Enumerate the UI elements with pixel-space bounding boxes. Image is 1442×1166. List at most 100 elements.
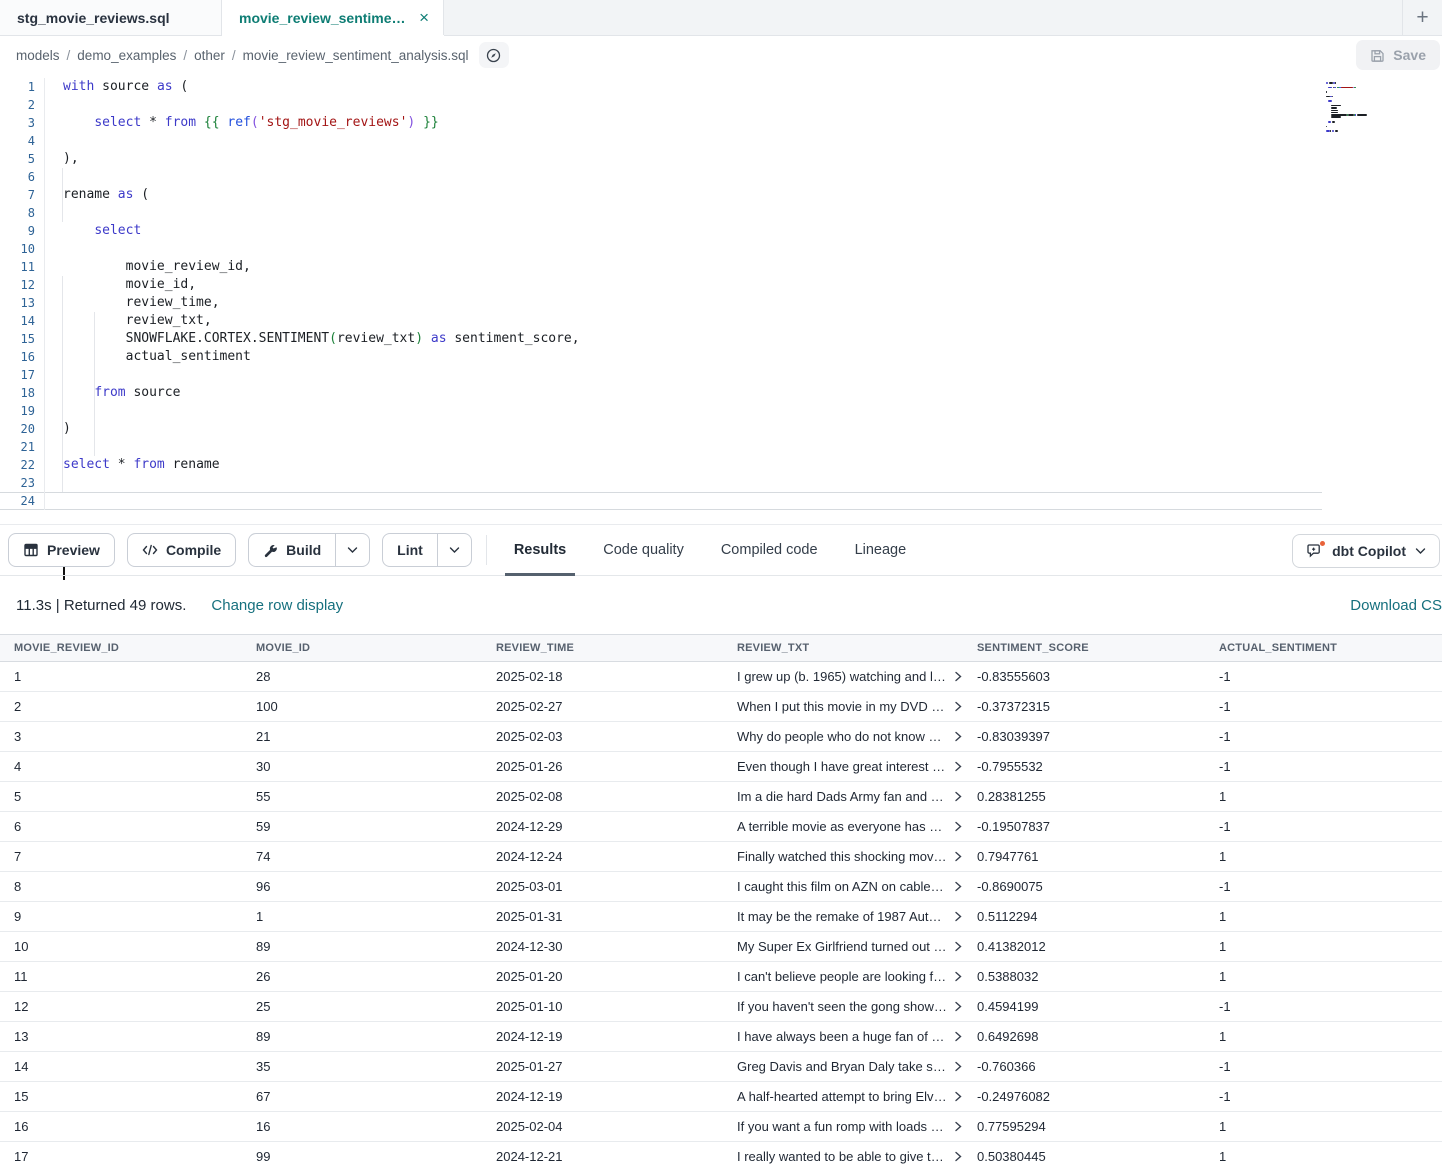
- results-tab-lineage[interactable]: Lineage: [855, 524, 907, 576]
- dbt-copilot-button[interactable]: dbt Copilot: [1292, 534, 1440, 568]
- results-tab-results[interactable]: Results: [514, 524, 566, 576]
- code-line[interactable]: 8: [0, 204, 1442, 222]
- table-row: 912025-01-31It may be the remake of 1987…: [0, 902, 1442, 932]
- copilot-compass-button[interactable]: [479, 42, 509, 68]
- code-line[interactable]: 19: [0, 402, 1442, 420]
- table-cell: I really wanted to be able to give this …: [723, 1142, 963, 1166]
- table-cell: 0.41382012: [963, 932, 1205, 961]
- table-cell: 89: [242, 1022, 482, 1051]
- chevron-right-icon[interactable]: [953, 1001, 963, 1012]
- table-cell: 2025-03-01: [482, 872, 723, 901]
- results-tab-code-quality[interactable]: Code quality: [603, 524, 684, 576]
- table-cell: -0.8690075: [963, 872, 1205, 901]
- table-cell: 99: [242, 1142, 482, 1166]
- table-cell: 12: [0, 992, 242, 1021]
- code-line[interactable]: 9 select: [0, 222, 1442, 240]
- editor-tab[interactable]: movie_review_sentiment_… ×: [222, 0, 444, 35]
- code-line[interactable]: 16 actual_sentiment: [0, 348, 1442, 366]
- code-line[interactable]: 3 select * from {{ ref('stg_movie_review…: [0, 114, 1442, 132]
- code-text: from source: [44, 384, 180, 402]
- line-number: 3: [0, 116, 44, 130]
- code-line[interactable]: 11 movie_review_id,: [0, 258, 1442, 276]
- table-cell: -1: [1205, 692, 1442, 721]
- build-button-main[interactable]: Build: [249, 542, 335, 558]
- review-text: I can't believe people are looking for a…: [737, 969, 947, 984]
- chevron-right-icon[interactable]: [953, 941, 963, 952]
- build-dropdown[interactable]: [335, 534, 369, 566]
- chevron-right-icon[interactable]: [953, 911, 963, 922]
- chevron-right-icon[interactable]: [953, 701, 963, 712]
- compile-button[interactable]: Compile: [127, 533, 236, 567]
- code-line[interactable]: 4: [0, 132, 1442, 150]
- table-cell: 1: [0, 662, 242, 691]
- code-line[interactable]: 18 from source: [0, 384, 1442, 402]
- code-line[interactable]: 21: [0, 438, 1442, 456]
- editor-minimap[interactable]: [1326, 82, 1398, 137]
- save-button[interactable]: Save: [1356, 40, 1440, 70]
- code-line[interactable]: 13 review_time,: [0, 294, 1442, 312]
- chevron-right-icon[interactable]: [953, 791, 963, 802]
- table-cell: -0.83039397: [963, 722, 1205, 751]
- new-tab-button[interactable]: +: [1402, 0, 1442, 36]
- table-cell: 16: [242, 1112, 482, 1141]
- table-row: 16162025-02-04If you want a fun romp wit…: [0, 1112, 1442, 1142]
- table-cell: 0.50380445: [963, 1142, 1205, 1166]
- close-icon[interactable]: ×: [419, 9, 429, 26]
- code-line[interactable]: 20): [0, 420, 1442, 438]
- line-number: 8: [0, 206, 44, 220]
- chevron-right-icon[interactable]: [953, 731, 963, 742]
- code-line[interactable]: 17: [0, 366, 1442, 384]
- code-line[interactable]: 6: [0, 168, 1442, 186]
- lint-dropdown[interactable]: [437, 534, 471, 566]
- code-line[interactable]: 14 review_txt,: [0, 312, 1442, 330]
- review-text: I really wanted to be able to give this …: [737, 1149, 947, 1164]
- table-cell: 5: [0, 782, 242, 811]
- code-line[interactable]: 2: [0, 96, 1442, 114]
- chevron-right-icon[interactable]: [953, 671, 963, 682]
- results-tab-compiled-code[interactable]: Compiled code: [721, 524, 818, 576]
- code-line[interactable]: 7rename as (: [0, 186, 1442, 204]
- table-header-row: MOVIE_REVIEW_IDMOVIE_IDREVIEW_TIMEREVIEW…: [0, 634, 1442, 662]
- code-editor[interactable]: 1with source as (23 select * from {{ ref…: [0, 74, 1442, 524]
- chevron-right-icon[interactable]: [953, 971, 963, 982]
- tab-label: movie_review_sentiment_…: [239, 10, 411, 26]
- code-line[interactable]: 15 SNOWFLAKE.CORTEX.SENTIMENT(review_txt…: [0, 330, 1442, 348]
- preview-button[interactable]: Preview: [8, 533, 115, 567]
- chevron-right-icon[interactable]: [953, 821, 963, 832]
- line-number: 11: [0, 260, 44, 274]
- download-csv-link[interactable]: Download CSV: [1350, 597, 1442, 614]
- chevron-right-icon[interactable]: [953, 851, 963, 862]
- table-cell: -1: [1205, 1052, 1442, 1081]
- breadcrumb-bar: models/demo_examples/other/movie_review_…: [0, 36, 1442, 74]
- preview-label: Preview: [47, 542, 100, 558]
- code-line[interactable]: 22select * from rename: [0, 456, 1442, 474]
- chevron-right-icon[interactable]: [953, 761, 963, 772]
- code-text: SNOWFLAKE.CORTEX.SENTIMENT(review_txt) a…: [44, 330, 580, 348]
- chevron-right-icon[interactable]: [953, 881, 963, 892]
- line-number: 9: [0, 224, 44, 238]
- table-row: 7742024-12-24Finally watched this shocki…: [0, 842, 1442, 872]
- code-line[interactable]: 24: [0, 492, 1322, 510]
- line-number: 23: [0, 476, 44, 490]
- change-row-display-link[interactable]: Change row display: [211, 597, 343, 614]
- breadcrumb-item: models: [16, 48, 60, 63]
- chevron-right-icon[interactable]: [953, 1061, 963, 1072]
- code-line[interactable]: 12 movie_id,: [0, 276, 1442, 294]
- chevron-right-icon[interactable]: [953, 1031, 963, 1042]
- lint-button-main[interactable]: Lint: [383, 542, 437, 558]
- editor-tab[interactable]: stg_movie_reviews.sql: [0, 0, 222, 35]
- chevron-right-icon[interactable]: [953, 1121, 963, 1132]
- code-line[interactable]: 1with source as (: [0, 78, 1442, 96]
- gutter-divider: [44, 78, 45, 510]
- table-cell: -0.760366: [963, 1052, 1205, 1081]
- chevron-right-icon[interactable]: [953, 1151, 963, 1162]
- minimap-line: [1326, 135, 1398, 137]
- column-header: REVIEW_TXT: [723, 635, 963, 661]
- code-line[interactable]: 5),: [0, 150, 1442, 168]
- code-line[interactable]: 10: [0, 240, 1442, 258]
- code-text: review_time,: [44, 294, 220, 312]
- line-number: 21: [0, 440, 44, 454]
- table-cell: Greg Davis and Bryan Daly take some …: [723, 1052, 963, 1081]
- code-line[interactable]: 23: [0, 474, 1442, 492]
- chevron-right-icon[interactable]: [953, 1091, 963, 1102]
